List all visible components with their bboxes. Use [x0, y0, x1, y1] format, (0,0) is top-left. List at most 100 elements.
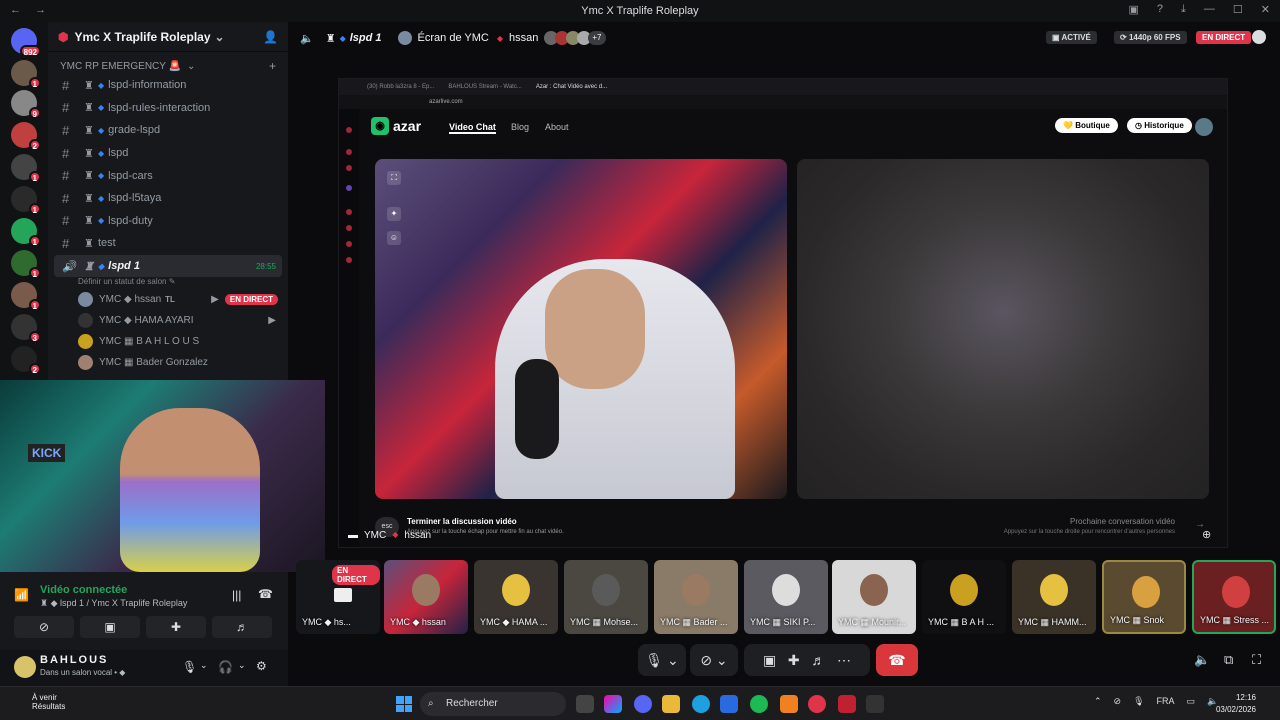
screen-share-stream[interactable]: (30) Robb la3zra 8 - Ep... BAHLOUS Strea… [338, 78, 1228, 548]
settings-gear-icon[interactable]: ⚙ [256, 659, 267, 673]
server-icon[interactable]: 1 [11, 154, 41, 183]
chevron-down-icon[interactable]: ⌄ [200, 660, 208, 671]
server-icon[interactable]: 9 [11, 90, 41, 119]
invite-people-icon[interactable]: 👤 [263, 30, 278, 44]
participant-tile[interactable]: YMC ▦ Bader ... [654, 560, 738, 634]
participant-tile[interactable]: YMC ▦ B A H ... [922, 560, 1006, 634]
disconnect-icon[interactable]: ☎ [258, 587, 273, 601]
server-icon[interactable]: 3 [11, 314, 41, 343]
participant-tile[interactable]: YMC ▦ HAMM... [1012, 560, 1096, 634]
microphone-icon[interactable]: 🎙 [1133, 696, 1144, 707]
voice-channel-active[interactable]: 🔊 ♜ ◆ lspd 1 28:55 [54, 254, 282, 278]
camera-toggle[interactable]: ⊘ ⌄ [690, 644, 738, 676]
chat-bubble-icon[interactable] [1252, 30, 1266, 44]
participant-tile[interactable]: YMC ◆ hssan [384, 560, 468, 634]
channel-item[interactable]: # ♜ ◆ lspd-cars [48, 164, 288, 187]
browser-url-bar[interactable]: azarlive.com [339, 95, 1227, 109]
participant-tile[interactable]: YMC ▦ SIKI P... [744, 560, 828, 634]
channel-item[interactable]: # ♜ ◆ lspd-rules-interaction [48, 97, 288, 120]
fullscreen-icon[interactable]: ⛶ [1252, 652, 1261, 668]
file-explorer-icon[interactable] [662, 695, 680, 713]
channel-item[interactable]: # ♜ ◆ lspd-l5taya [48, 187, 288, 210]
share-screen-icon[interactable]: ▣ [763, 652, 776, 668]
more-icon[interactable]: ⋯ [837, 652, 851, 668]
leave-call-button[interactable]: ☎ [876, 644, 918, 676]
soundboard-icon[interactable]: ♬ [811, 652, 825, 668]
next-chat-title[interactable]: Prochaine conversation vidéo [1070, 517, 1175, 526]
weather-widget[interactable]: À venir Résultats [12, 693, 65, 711]
app-icon[interactable] [838, 695, 856, 713]
server-header[interactable]: ⬢ Ymc X Traplife Roleplay ⌄ 👤 [48, 22, 288, 52]
camera-off-button[interactable]: ⊘ [14, 616, 74, 638]
nav-video-chat[interactable]: Video Chat [449, 122, 496, 134]
task-view-icon[interactable] [576, 695, 594, 713]
azar-logo[interactable]: ◉ azar [371, 117, 421, 135]
history-button[interactable]: ◷ Historique [1127, 118, 1192, 133]
username[interactable]: BAHLOUS [40, 654, 108, 666]
participant-tile[interactable]: YMC ◆ HAMA ... [474, 560, 558, 634]
browser-tab[interactable]: (30) Robb la3zra 8 - Ep... [367, 84, 434, 90]
browser-tab-active[interactable]: Azar : Chat Vidéo avec d... [536, 84, 607, 90]
set-status-prompt[interactable]: Définir un statut de salon ✎ [48, 277, 288, 289]
channel-item[interactable]: # ♜ test [48, 232, 288, 255]
effects-wand-icon[interactable]: ✦ [387, 207, 401, 221]
participant-tile[interactable]: YMC ▦ Stress ... [1192, 560, 1276, 634]
store-icon[interactable] [720, 695, 738, 713]
server-icon[interactable]: 1 [11, 186, 41, 215]
voice-connected-label[interactable]: Vidéo connectée [40, 584, 127, 596]
server-icon[interactable]: 1 [11, 282, 41, 311]
spotify-icon[interactable] [750, 695, 768, 713]
help-icon[interactable]: ? [1157, 3, 1163, 16]
soundboard-button[interactable]: ♬ [212, 616, 272, 638]
download-icon[interactable]: ⤓ [1181, 3, 1186, 16]
boutique-button[interactable]: 💛 Boutique [1055, 118, 1118, 133]
copilot-icon[interactable] [604, 695, 622, 713]
fullscreen-icon[interactable]: ⛶ [387, 171, 401, 185]
share-screen-button[interactable]: ▣ [80, 616, 140, 638]
server-icon[interactable]: 2 [11, 346, 41, 375]
channel-item[interactable]: # ♜ ◆ lspd [48, 142, 288, 165]
channel-item[interactable]: # ♜ ◆ lspd-information [48, 74, 288, 97]
display-icon[interactable]: ▭ [1187, 696, 1196, 707]
end-chat-title[interactable]: Terminer la discussion vidéo [407, 517, 517, 526]
browser-tab[interactable]: BAHLOUS Stream - Watc... [448, 84, 521, 90]
activities-icon[interactable]: ✚ [788, 652, 800, 668]
obs-icon[interactable] [808, 695, 826, 713]
discord-icon[interactable]: 1 [11, 218, 41, 247]
volume-icon[interactable]: 🔈 [1194, 652, 1210, 668]
microphone-toggle[interactable]: 🎙 ⌄ [638, 644, 686, 676]
nav-blog[interactable]: Blog [511, 122, 529, 132]
microphone-icon[interactable]: 🎙 [182, 660, 197, 674]
windows-start-icon[interactable] [396, 696, 412, 712]
add-channel-icon[interactable]: + [269, 59, 276, 73]
participant-avatars[interactable]: +7 [544, 31, 606, 45]
avatar[interactable] [14, 656, 36, 678]
app-icon[interactable] [780, 695, 798, 713]
participant-tile[interactable]: YMC ▦ Snok [1102, 560, 1186, 634]
app-icon[interactable] [866, 695, 884, 713]
voice-user[interactable]: YMC ◆ hssan TL ▶ EN DIRECT [48, 289, 288, 310]
direct-messages-icon[interactable]: 892 [11, 28, 41, 57]
server-icon[interactable]: 1 [11, 250, 41, 279]
activities-button[interactable]: ✚ [146, 616, 206, 638]
chevron-up-icon[interactable]: ⌃ [1094, 696, 1102, 707]
sticker-icon[interactable]: ☺ [387, 231, 401, 245]
server-icon[interactable]: 1 [11, 60, 41, 89]
channel-item[interactable]: # ♜ ◆ grade-lspd [48, 119, 288, 142]
participant-tile[interactable]: EN DIRECT YMC ◆ hs... [296, 560, 380, 634]
popout-icon[interactable]: ⧉ [1224, 652, 1233, 668]
network-icon[interactable]: ⊘ [1114, 696, 1122, 707]
maximize-button[interactable]: ☐ [1233, 3, 1243, 16]
channel-category[interactable]: YMC RP EMERGENCY 🚨 ⌄ + [48, 58, 288, 74]
headphones-icon[interactable]: 🎧 [218, 660, 233, 674]
minimize-button[interactable]: — [1204, 3, 1215, 16]
zoom-icon[interactable]: ⊕ [1202, 528, 1211, 541]
voice-user[interactable]: YMC ▦ B A H L O U S [48, 331, 288, 352]
close-button[interactable]: ✕ [1261, 3, 1270, 16]
participant-tile[interactable]: YMC ▦ Mounir... [832, 560, 916, 634]
discord-icon[interactable] [634, 695, 652, 713]
voice-user[interactable]: YMC ▦ Bader Gonzalez [48, 352, 288, 373]
chevron-down-icon[interactable]: ⌄ [238, 660, 246, 671]
participant-tile[interactable]: YMC ▦ Mohse... [564, 560, 648, 634]
soundboard-icon[interactable]: ||| [232, 588, 241, 602]
